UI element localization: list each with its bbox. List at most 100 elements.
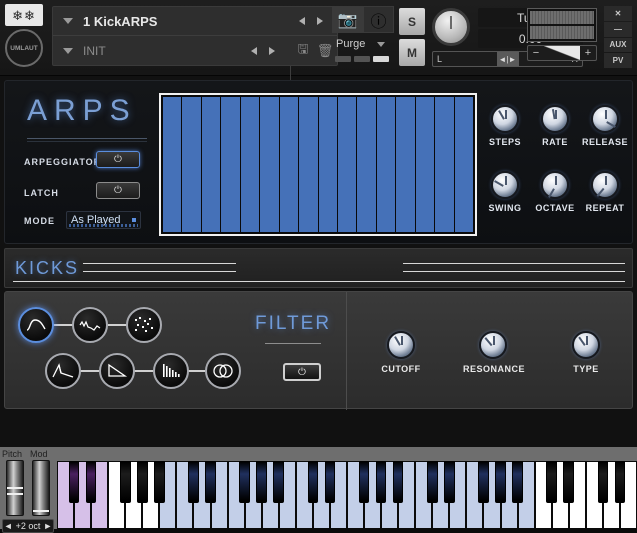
camera-icon[interactable]: 📷 [332,6,363,33]
latch-toggle[interactable]: ⏻ [96,182,140,199]
venn-phase-icon[interactable] [205,353,241,389]
knob-pointer [551,109,556,120]
ramp-icon[interactable] [99,353,135,389]
piano-black-key[interactable] [273,461,285,503]
prev-preset-icon[interactable] [251,46,257,55]
pitch-wheel[interactable] [6,460,24,516]
step-bar-14[interactable] [415,97,435,232]
octave-selector[interactable]: ◄ +2 oct ► [2,519,54,533]
step-bar-11[interactable] [357,97,376,232]
step-bar-5[interactable] [240,97,260,232]
filter-knob-cutoff[interactable] [387,331,415,359]
chevron-down-icon-purge[interactable] [377,41,386,47]
piano-black-key[interactable] [307,461,319,503]
next-preset-icon[interactable] [269,46,275,55]
step-bar-6[interactable] [260,97,279,232]
piano-black-key[interactable] [68,461,80,503]
wobble-wave-icon[interactable] [72,307,108,343]
minimize-icon[interactable]: — [604,21,632,37]
piano-black-key[interactable] [392,461,404,503]
purge-panel: 📷 ⓘ Purge [332,6,394,66]
step-bar-9[interactable] [318,97,337,232]
mode-select[interactable]: As Played [66,211,141,229]
piano-black-key[interactable] [375,461,387,503]
piano-black-key[interactable] [512,461,523,503]
volume-plus-label[interactable]: + [580,47,596,59]
step-sequencer[interactable] [159,93,477,236]
filter-knob-type[interactable] [572,331,600,359]
piano-black-key[interactable] [614,461,626,503]
piano-black-key[interactable] [256,461,267,503]
mute-button[interactable]: M [399,39,425,66]
piano-black-key[interactable] [85,461,97,503]
instrument-row[interactable]: 1 KickARPS [53,7,337,36]
spectrum-icon[interactable] [153,353,189,389]
step-bar-15[interactable] [435,97,454,232]
sine-curve-icon[interactable] [18,307,54,343]
step-bar-13[interactable] [396,97,415,232]
mod-wheel[interactable] [32,460,50,516]
step-bar-1[interactable] [163,97,182,232]
envelope-icon[interactable] [45,353,81,389]
noise-dots-icon[interactable] [126,307,162,343]
step-bar-3[interactable] [201,97,221,232]
arps-knob-repeat[interactable] [591,171,619,199]
step-bar-16[interactable] [454,97,473,232]
piano-black-key[interactable] [597,461,609,503]
piano-black-key[interactable] [188,461,199,503]
piano-black-key[interactable] [324,461,336,503]
chevron-down-icon[interactable] [63,18,73,24]
step-sequencer-bars[interactable] [163,97,473,232]
piano-black-key[interactable] [205,461,216,503]
step-bar-8[interactable] [299,97,318,232]
piano-black-key[interactable] [478,461,489,503]
save-icon[interactable]: 🖫 [293,41,313,61]
filter-knob-resonance[interactable] [479,331,507,359]
preset-row[interactable]: INIT 🖫 🗑 [53,36,337,95]
close-icon[interactable]: ✕ [604,6,632,21]
aux-button[interactable]: AUX [604,37,632,53]
piano-black-key[interactable] [495,461,506,503]
piano-black-key[interactable] [137,461,148,503]
piano-black-key[interactable] [119,461,131,503]
chevron-down-icon-preset[interactable] [63,47,73,54]
volume-slider[interactable]: − + [527,45,597,61]
step-bar-4[interactable] [221,97,240,232]
left-arrow-icon[interactable]: ◄ [4,521,13,531]
step-bar-2[interactable] [182,97,201,232]
piano-black-key[interactable] [444,461,455,503]
instrument-nav-arrows[interactable] [299,17,323,25]
arps-knob-release[interactable] [591,105,619,133]
step-bar-7[interactable] [279,97,299,232]
purge-button[interactable]: Purge [332,34,394,54]
step-bar-12[interactable] [376,97,396,232]
arps-knob-rate[interactable] [541,105,569,133]
pan-center-handle[interactable]: ◄|► [496,52,519,66]
info-icon[interactable]: ⓘ [363,6,394,33]
arpeggiator-toggle[interactable]: ⏻ [96,151,140,168]
prev-instrument-icon[interactable] [299,17,305,25]
step-bar-10[interactable] [337,97,357,232]
piano-black-key[interactable] [546,461,557,503]
arps-knob-swing[interactable] [491,171,519,199]
tune-knob[interactable] [432,8,470,46]
connector-line [108,324,128,326]
piano-keyboard[interactable] [57,461,637,529]
pv-button[interactable]: PV [604,53,632,68]
piano-black-key[interactable] [239,461,250,503]
piano-black-key[interactable] [563,461,575,503]
volume-wedge-icon[interactable] [544,46,580,60]
piano-black-key[interactable] [154,461,165,503]
preset-nav-arrows[interactable] [251,46,275,55]
right-arrow-icon[interactable]: ► [43,521,52,531]
arps-knob-octave[interactable] [541,171,569,199]
piano-black-key[interactable] [358,461,370,503]
purge-bar [354,56,370,62]
next-instrument-icon[interactable] [317,17,323,25]
volume-minus-label[interactable]: − [528,47,544,59]
filter-power-toggle[interactable]: ⏻ [283,363,321,381]
piano-black-key[interactable] [427,461,438,503]
arps-knob-steps[interactable] [491,105,519,133]
solo-button[interactable]: S [399,8,425,35]
knob-pointer [394,336,401,346]
